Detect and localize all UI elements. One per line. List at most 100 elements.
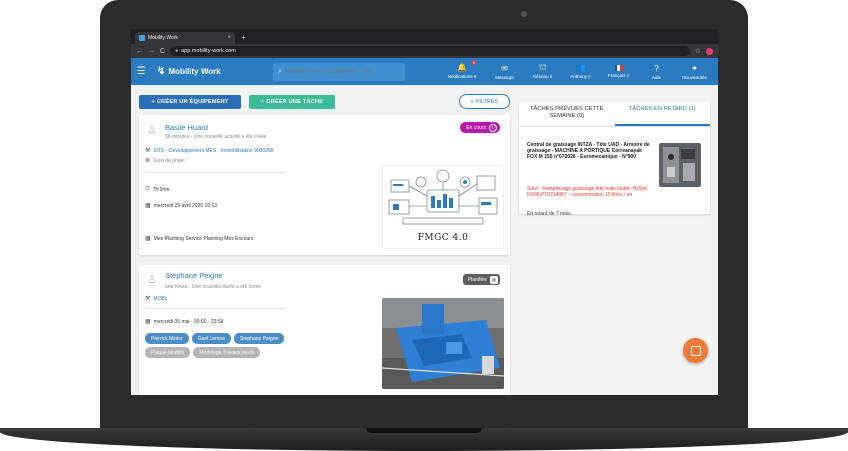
top-nav: 🔔 9 Notifications ▾ ✉ Message ⛫ Réseau ▾…: [440, 58, 712, 85]
star-icon[interactable]: ☆: [695, 47, 701, 55]
wrench-icon: ⚒: [145, 296, 151, 302]
create-equipment-button[interactable]: + CRÉER UN ÉQUIPEMENT: [139, 95, 241, 109]
divider: [145, 172, 285, 173]
planning-value: Mes Planning Service Planning Mes Encour…: [153, 235, 254, 242]
logo-mark-icon: ↯: [157, 66, 166, 77]
nav-label: Réseau ▾: [532, 74, 553, 79]
site-link[interactable]: SITE - Développement MES - Immobilisatio…: [153, 148, 273, 154]
calendar-icon: ▦: [145, 319, 151, 325]
nav-label: Message: [495, 74, 514, 80]
timer-icon: ⏱: [145, 186, 150, 192]
divider: [145, 308, 285, 309]
nav-news[interactable]: ✦ Nouveautés: [677, 58, 712, 85]
fmgc-illustration: FMGC 4.0: [382, 165, 504, 249]
help-icon: ?: [654, 63, 659, 73]
status-badge[interactable]: Planifiée ▦: [462, 274, 500, 285]
back-icon[interactable]: ←: [136, 48, 143, 55]
tasks-panel: TÂCHES PRÉVUES CETTE SEMAINE (0) TÂCHES …: [519, 102, 710, 217]
in-progress-icon: ↻: [489, 123, 497, 132]
late-task-photo: [659, 143, 701, 187]
nav-help[interactable]: ? Aide: [639, 58, 674, 85]
create-task-label: CRÉER UNE TÂCHE: [266, 99, 324, 105]
chat-button[interactable]: [683, 338, 708, 363]
nav-messages[interactable]: ✉ Message: [487, 58, 522, 85]
browser-tab[interactable]: Mobility Work ×: [135, 32, 235, 44]
scheduled-icon: ▦: [490, 275, 498, 284]
blue-machine-icon: [382, 298, 504, 389]
url-field[interactable]: ● app.mobility-work.com: [170, 46, 690, 56]
calendar-icon: ▦: [145, 203, 151, 209]
status-badge[interactable]: En cours ↻: [460, 122, 500, 133]
date-row: ▦ mercredi 29 avril 2020 16:13: [145, 202, 218, 210]
date-value: mercredi 05 mai · 00:00 - 23:59: [153, 318, 224, 325]
duration-row: ⏱ 7h 0mn.: [145, 186, 171, 193]
activity-card[interactable]: ♙ Basile Huard 36 minutes - Une nouvelle…: [139, 115, 510, 255]
date-value: mercredi 29 avril 2020 16:13: [153, 202, 218, 209]
user-avatar-icon: ♙: [147, 274, 157, 286]
status-label: En cours: [466, 124, 486, 131]
url-text: app.mobility-work.com: [181, 48, 236, 54]
late-task-detail: Suivi - Remplissage graissage tête huile…: [527, 186, 648, 199]
new-tab-button[interactable]: +: [241, 32, 246, 44]
factory-icon: ⛫: [538, 63, 547, 72]
date-row: ▦ mercredi 05 mai · 00:00 - 23:59: [145, 318, 224, 326]
create-task-button[interactable]: + CRÉER UNE TÂCHE: [249, 95, 335, 109]
laptop-notch: [366, 428, 482, 433]
late-task-title[interactable]: Central de graissage INTZA - Tête UAD - …: [527, 142, 651, 161]
profile-avatar[interactable]: [706, 47, 713, 55]
search-input[interactable]: [285, 68, 396, 75]
wrench-icon: ⚒: [145, 148, 151, 154]
logo[interactable]: ↯ Mobility Work: [157, 66, 273, 77]
menu-icon[interactable]: ☰: [137, 66, 151, 77]
assignee-chip[interactable]: Gael Lemee: [191, 333, 231, 344]
nav-notifications[interactable]: 🔔 9 Notifications ▾: [440, 58, 484, 85]
site-link[interactable]: MI381: [153, 296, 167, 302]
search-icon: ⌕: [278, 67, 282, 75]
industry-infographic-icon: [388, 169, 498, 225]
filters-label: FILTRES: [476, 98, 499, 105]
site-row: ⚒ SITE - Développement MES - Immobilisat…: [145, 147, 273, 155]
reload-icon[interactable]: C: [160, 48, 165, 55]
screen: Mobility Work × + ← → C ● app.mobility-w…: [131, 29, 718, 395]
filters-button[interactable]: ≡ FILTRES: [459, 94, 510, 109]
nav-network[interactable]: ⛫ Réseau ▾: [525, 58, 560, 85]
nav-user[interactable]: 👥 Anthony ▾: [563, 58, 598, 85]
france-flag-icon: [614, 64, 623, 71]
assignee-chips: Pierrick Minier Gael Lemee Stephane Peig…: [145, 333, 305, 358]
task-card[interactable]: ♙ Stephane Peigne une heure - Une nouvel…: [139, 265, 510, 395]
tab-late-tasks[interactable]: TÂCHES EN RETARD (1): [614, 102, 710, 126]
nav-label: Aide: [651, 74, 662, 80]
favicon-icon: [139, 35, 145, 41]
late-task-delay: En retard de 7 mois: [527, 211, 571, 217]
logo-text: Mobility Work: [168, 67, 221, 76]
planning-row: ▦ Mes Planning Service Planning Mes Enco…: [145, 235, 254, 243]
card-user-name[interactable]: Basile Huard: [165, 123, 208, 132]
list-icon: ≣: [145, 158, 151, 164]
card-user-name[interactable]: Stephane Peigne: [165, 271, 223, 280]
assignee-chip[interactable]: Stephane Peigne: [233, 333, 285, 344]
equipment-chip[interactable]: Modelage Travaux neufs: [193, 347, 261, 358]
calendar-icon: ▦: [145, 236, 151, 242]
tasks-tabs: TÂCHES PRÉVUES CETTE SEMAINE (0) TÂCHES …: [519, 102, 710, 127]
equipment-chip[interactable]: Plaque Modèle: [145, 347, 191, 358]
tab-planned-this-week[interactable]: TÂCHES PRÉVUES CETTE SEMAINE (0): [519, 102, 615, 126]
card-subtitle: 36 minutes - Une nouvelle activité a été…: [165, 134, 267, 140]
equipment-thumbnail-icon: [659, 143, 701, 187]
project-row: ≣ Suivi de projet: [145, 157, 185, 165]
assignee-chip[interactable]: Pierrick Minier: [145, 333, 189, 344]
nav-label: Notifications ▾: [447, 74, 477, 79]
users-icon: 👥: [575, 63, 586, 72]
close-icon[interactable]: ×: [227, 35, 231, 41]
app-header: ☰ ↯ Mobility Work ⌕ 🔔 9 Notifications ▾ …: [131, 58, 718, 85]
site-row: ⚒ MI381: [145, 295, 167, 303]
lock-icon: ●: [175, 48, 179, 54]
main-content: + CRÉER UN ÉQUIPEMENT + CRÉER UNE TÂCHE …: [131, 85, 718, 395]
browser-actions: ☆: [695, 47, 713, 55]
plus-icon: +: [151, 99, 155, 105]
nav-label: Anthony ▾: [570, 74, 591, 79]
forward-icon[interactable]: →: [148, 48, 155, 55]
nav-language[interactable]: Français ▾: [601, 58, 636, 85]
machine-photo: [382, 298, 504, 389]
notification-badge: 9: [471, 60, 476, 65]
camera-icon: [521, 11, 527, 17]
